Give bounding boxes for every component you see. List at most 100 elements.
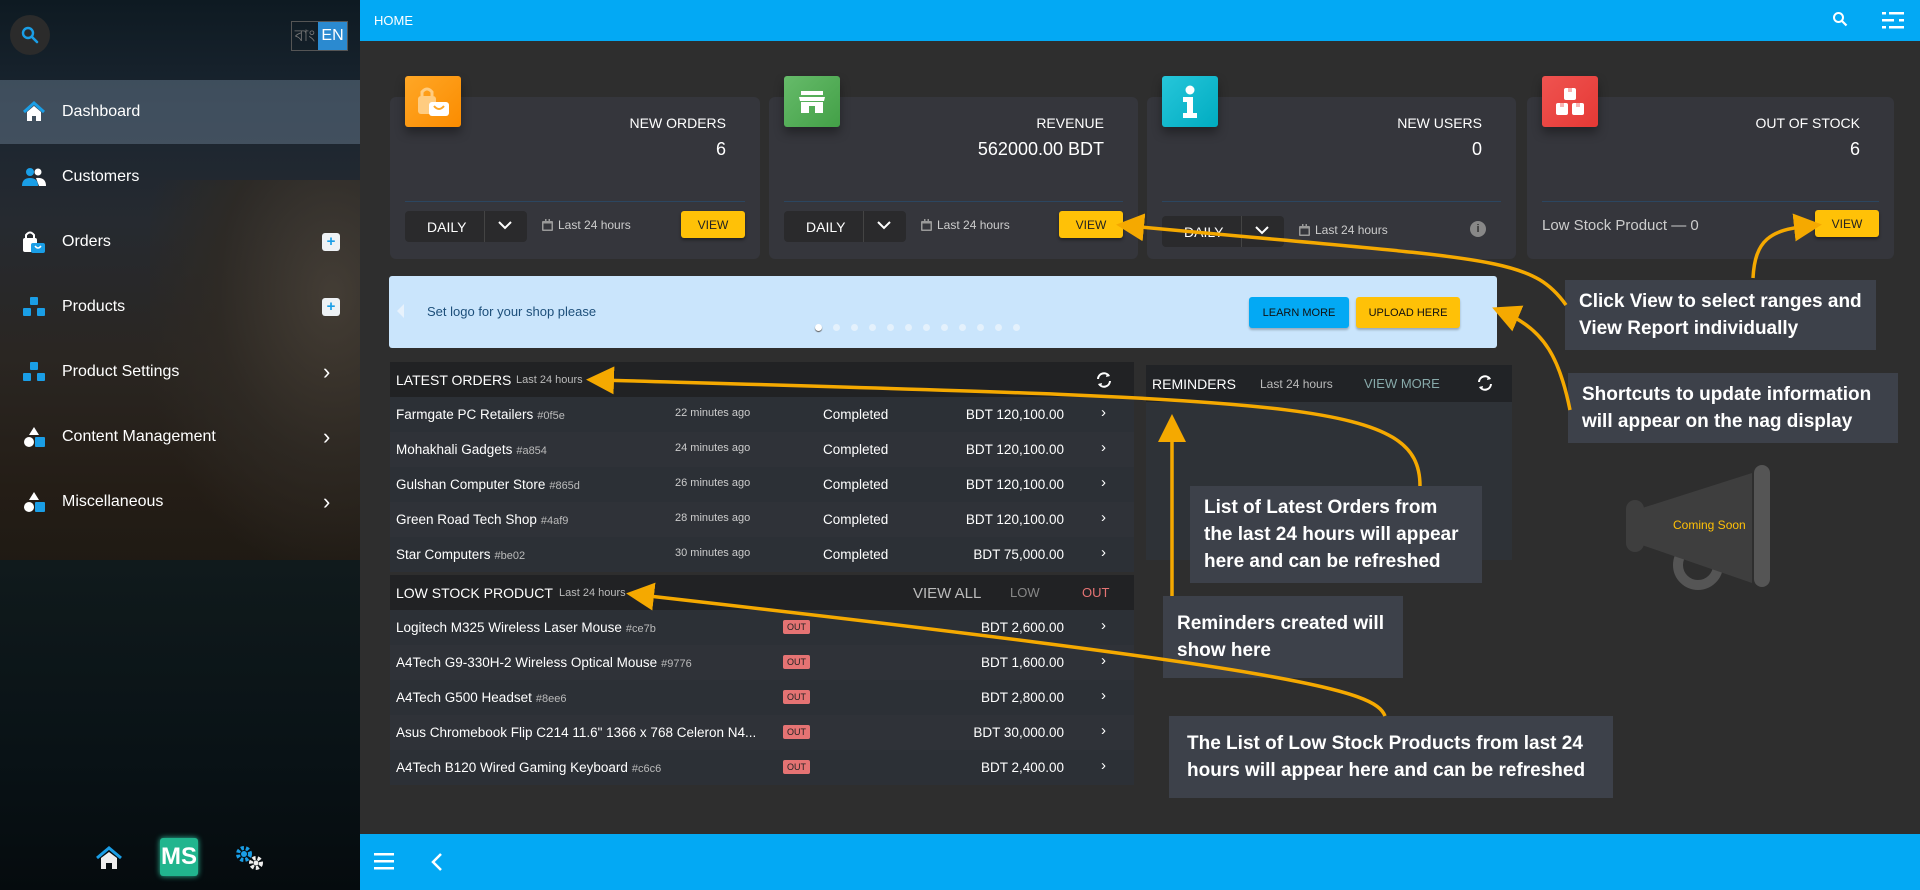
sidebar-item-customers[interactable]: Customers xyxy=(0,145,360,209)
hamburger-menu-icon[interactable] xyxy=(374,852,396,870)
card-title: NEW ORDERS xyxy=(629,115,726,131)
order-status: Completed xyxy=(823,407,889,422)
order-status: Completed xyxy=(823,547,889,562)
chevron-down-icon[interactable] xyxy=(876,217,892,233)
lang-english[interactable]: EN xyxy=(318,22,347,50)
add-product-button[interactable]: + xyxy=(322,298,340,316)
carousel-dots xyxy=(815,324,1020,331)
card-value: 6 xyxy=(1849,139,1860,159)
refresh-icon[interactable] xyxy=(1095,371,1113,389)
chevron-down-icon[interactable] xyxy=(497,217,513,233)
chevron-right-icon[interactable]: › xyxy=(1101,439,1106,456)
chevron-right-icon[interactable]: › xyxy=(1101,687,1106,704)
filter-out-tab[interactable]: OUT xyxy=(1082,585,1109,600)
period-label: Last 24 hours xyxy=(542,218,631,232)
order-row[interactable]: Gulshan Computer Store #865d 26 minutes a… xyxy=(390,467,1134,502)
order-status: Completed xyxy=(823,512,889,527)
carousel-dot[interactable] xyxy=(923,324,930,331)
card-divider xyxy=(1542,201,1879,202)
chevron-left-icon[interactable] xyxy=(430,852,444,872)
carousel-dot[interactable] xyxy=(869,324,876,331)
out-of-stock-badge: OUT xyxy=(783,655,810,669)
product-row[interactable]: Logitech M325 Wireless Laser Mouse #ce7b … xyxy=(390,610,1134,645)
view-more-link[interactable]: VIEW MORE xyxy=(1364,376,1440,391)
sidebar-item-products[interactable]: Products + xyxy=(0,275,360,339)
order-time: 24 minutes ago xyxy=(675,442,751,454)
annotation-low-stock: The List of Low Stock Products from last… xyxy=(1169,716,1613,798)
filter-low-tab[interactable]: LOW xyxy=(1010,585,1040,600)
carousel-dot[interactable] xyxy=(851,324,858,331)
carousel-dot[interactable] xyxy=(959,324,966,331)
sidebar-item-content-management[interactable]: Content Management › xyxy=(0,405,360,469)
order-row[interactable]: Farmgate PC Retailers #0f5e 22 minutes ag… xyxy=(390,397,1134,432)
view-button[interactable]: VIEW xyxy=(681,211,745,238)
chevron-right-icon[interactable]: › xyxy=(1101,404,1106,421)
card-title: REVENUE xyxy=(1036,115,1104,131)
view-button[interactable]: VIEW xyxy=(1059,211,1123,238)
annotation-latest-orders: List of Latest Orders from the last 24 h… xyxy=(1190,486,1482,583)
language-switch[interactable]: বাং EN xyxy=(291,21,348,51)
learn-more-button[interactable]: LEARN MORE xyxy=(1249,297,1349,328)
carousel-dot[interactable] xyxy=(887,324,894,331)
carousel-dot[interactable] xyxy=(941,324,948,331)
home-icon[interactable] xyxy=(96,846,122,870)
chevron-right-icon[interactable]: › xyxy=(1101,474,1106,491)
annotation-view: Click View to select ranges and View Rep… xyxy=(1565,280,1876,350)
product-row[interactable]: Asus Chromebook Flip C214 11.6" 1366 x 7… xyxy=(390,715,1134,750)
sidebar-item-product-settings[interactable]: Product Settings › xyxy=(0,340,360,404)
range-select[interactable]: DAILY xyxy=(784,211,906,242)
period-label: Last 24 hours xyxy=(921,218,1010,232)
sidebar-item-miscellaneous[interactable]: Miscellaneous › xyxy=(0,470,360,534)
order-id: #a854 xyxy=(516,445,547,457)
calendar-icon xyxy=(921,219,932,231)
product-row[interactable]: A4Tech G9-330H-2 Wireless Optical Mouse #… xyxy=(390,645,1134,680)
range-select[interactable]: DAILY xyxy=(405,211,527,242)
chevron-right-icon: › xyxy=(323,424,331,449)
card-title: OUT OF STOCK xyxy=(1755,115,1861,131)
product-row[interactable]: A4Tech B120 Wired Gaming Keyboard #c6c6 O… xyxy=(390,750,1134,785)
filter-icon[interactable] xyxy=(1882,11,1904,29)
chevron-down-icon[interactable] xyxy=(1254,222,1270,238)
sidebar-item-label: Customers xyxy=(62,168,140,185)
stat-card-out-of-stock: OUT OF STOCK 6 Low Stock Product — 0 VIE… xyxy=(1527,76,1894,259)
upload-here-button[interactable]: UPLOAD HERE xyxy=(1356,297,1460,328)
carousel-dot[interactable] xyxy=(833,324,840,331)
boxes-icon xyxy=(23,297,45,316)
carousel-dot[interactable] xyxy=(1013,324,1020,331)
order-row[interactable]: Star Computers #be02 30 minutes ago Compl… xyxy=(390,537,1134,572)
product-row[interactable]: A4Tech G500 Headset #8ee6 OUT BDT 2,800.0… xyxy=(390,680,1134,715)
chevron-right-icon[interactable]: › xyxy=(1101,652,1106,669)
sidebar-item-orders[interactable]: Orders + xyxy=(0,210,360,274)
carousel-dot[interactable] xyxy=(977,324,984,331)
carousel-dot[interactable] xyxy=(995,324,1002,331)
chevron-right-icon[interactable]: › xyxy=(1101,617,1106,634)
card-divider xyxy=(784,201,1123,202)
calendar-icon xyxy=(542,219,553,231)
sidebar-item-label: Orders xyxy=(62,233,111,250)
sidebar-search-button[interactable] xyxy=(10,15,50,55)
chevron-right-icon[interactable]: › xyxy=(1101,757,1106,774)
banner-prev-arrow[interactable] xyxy=(397,304,404,318)
search-icon[interactable] xyxy=(1832,11,1848,27)
carousel-dot[interactable] xyxy=(905,324,912,331)
lang-bangla[interactable]: বাং xyxy=(292,22,318,50)
refresh-icon[interactable] xyxy=(1476,374,1494,392)
order-row[interactable]: Green Road Tech Shop #4af9 28 minutes ago… xyxy=(390,502,1134,537)
chevron-right-icon[interactable]: › xyxy=(1101,509,1106,526)
order-customer: Farmgate PC Retailers #0f5e xyxy=(396,407,565,422)
info-icon[interactable]: i xyxy=(1470,221,1486,237)
order-row[interactable]: Mohakhali Gadgets #a854 24 minutes ago Co… xyxy=(390,432,1134,467)
range-select[interactable]: DAILY xyxy=(1162,216,1284,247)
product-name: Asus Chromebook Flip C214 11.6" 1366 x 7… xyxy=(396,725,757,740)
stat-card-new-users: NEW USERS 0 DAILY Last 24 hours i xyxy=(1147,76,1516,259)
view-button[interactable]: VIEW xyxy=(1815,210,1879,237)
chevron-right-icon[interactable]: › xyxy=(1101,722,1106,739)
sidebar-item-dashboard[interactable]: Dashboard xyxy=(0,80,360,144)
chevron-right-icon[interactable]: › xyxy=(1101,544,1106,561)
view-all-link[interactable]: VIEW ALL xyxy=(913,585,981,602)
app-logo[interactable]: MS xyxy=(160,838,198,876)
gears-icon[interactable] xyxy=(234,844,266,872)
add-order-button[interactable]: + xyxy=(322,233,340,251)
carousel-dot[interactable] xyxy=(815,324,822,331)
order-amount: BDT 120,100.00 xyxy=(965,477,1064,492)
